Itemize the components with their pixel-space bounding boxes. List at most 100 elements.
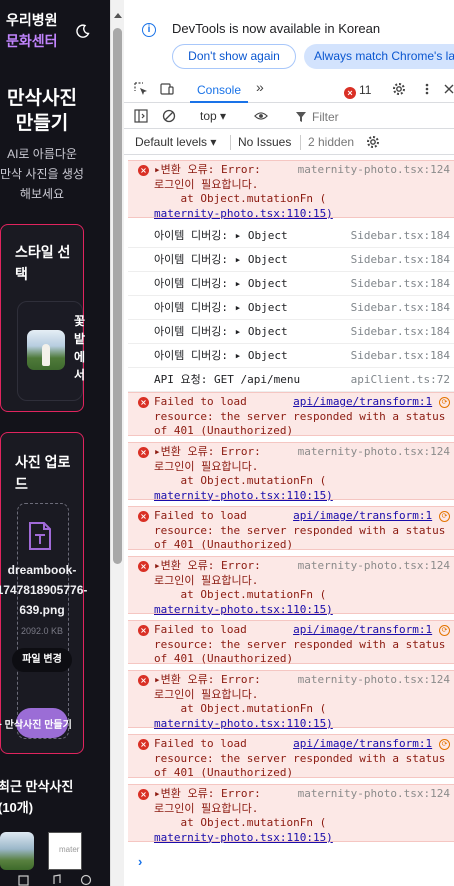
- error-source-link[interactable]: maternity-photo.tsx:124: [298, 445, 450, 460]
- console-error-row[interactable]: × Failed to load api/image/transform:1 re…: [128, 734, 454, 779]
- change-file-button[interactable]: 파일 변경: [12, 648, 72, 672]
- divider: [300, 135, 301, 150]
- stack-trace-link[interactable]: maternity-photo.tsx:110:15): [154, 489, 333, 502]
- error-source-link[interactable]: maternity-photo.tsx:124: [298, 559, 450, 574]
- network-error-message: Failed to load api/image/transform:1 res…: [154, 395, 446, 437]
- error-icon: ×: [344, 87, 356, 99]
- stack-trace-link[interactable]: maternity-photo.tsx:110:15): [154, 831, 333, 844]
- console-error-row[interactable]: × Failed to load api/image/transform:1 re…: [128, 620, 454, 665]
- console-prompt-chevron-icon[interactable]: ›: [138, 854, 142, 869]
- console-error-row[interactable]: × Failed to load api/image/transform:1 re…: [128, 506, 454, 551]
- always-match-language-button[interactable]: Always match Chrome's language: [304, 44, 454, 69]
- log-message: 아이템 디버깅: ▸ Object: [154, 349, 288, 362]
- page-scrollbar[interactable]: [110, 0, 124, 886]
- brand-line1: 우리병원: [6, 12, 58, 28]
- stack-trace-link[interactable]: maternity-photo.tsx:110:15): [154, 207, 333, 220]
- uploaded-file-size: 2092.0 KB: [20, 626, 64, 636]
- error-count: 11: [359, 83, 372, 97]
- log-source-link[interactable]: Sidebar.tsx:184: [351, 301, 450, 316]
- page-subtitle: AI로 아름다운 만삭 사진을 생성해보세요: [0, 147, 84, 201]
- chat-icon[interactable]: [80, 874, 92, 886]
- settings-gear-icon[interactable]: [392, 82, 406, 96]
- log-source-link[interactable]: Sidebar.tsx:184: [351, 325, 450, 340]
- app-sidebar-panel: 우리병원 문화센터 만삭사진 만들기 AI로 아름다운 만삭 사진을 생성해보세…: [0, 0, 110, 886]
- error-icon: ×: [138, 739, 149, 750]
- log-message: 아이템 디버깅: ▸ Object: [154, 301, 288, 314]
- inspect-element-icon[interactable]: [134, 82, 148, 96]
- show-sidebar-icon[interactable]: [134, 109, 148, 123]
- console-log-row[interactable]: 아이템 디버깅: ▸ Object Sidebar.tsx:184: [128, 320, 454, 344]
- console-log-row[interactable]: 아이템 디버깅: ▸ Object Sidebar.tsx:184: [128, 296, 454, 320]
- scroll-up-arrow-icon[interactable]: [114, 13, 122, 18]
- info-icon: i: [142, 23, 156, 37]
- failed-resource-link[interactable]: api/image/transform:1: [293, 737, 432, 750]
- hidden-messages-count: 2 hidden: [308, 135, 355, 149]
- failed-resource-link[interactable]: api/image/transform:1: [293, 509, 432, 522]
- context-select[interactable]: top ▾: [200, 109, 226, 123]
- console-error-row[interactable]: × ▸변환 오류: Error: 로그인이 필요합니다. at Object.mu…: [128, 556, 454, 616]
- clear-console-icon[interactable]: [162, 109, 176, 123]
- dark-mode-moon-icon[interactable]: [76, 24, 90, 38]
- error-count-badge[interactable]: × 11: [344, 83, 371, 99]
- console-log-row[interactable]: 아이템 디버깅: ▸ Object Sidebar.tsx:184: [128, 248, 454, 272]
- scrollbar-thumb[interactable]: [113, 28, 122, 564]
- network-panel-icon[interactable]: ⟳: [439, 397, 450, 408]
- log-source-link[interactable]: Sidebar.tsx:184: [351, 277, 450, 292]
- more-options-kebab-icon[interactable]: [420, 82, 434, 96]
- failed-resource-link[interactable]: api/image/transform:1: [293, 623, 432, 636]
- console-filter-bar: Default levels ▾ No Issues 2 hidden: [124, 130, 454, 155]
- recent-photos-title: 최근 만삭사진 (10개): [0, 779, 74, 815]
- stack-trace-link[interactable]: maternity-photo.tsx:110:15): [154, 717, 333, 730]
- issues-counter[interactable]: No Issues: [238, 135, 291, 149]
- more-tabs-chevron-icon[interactable]: »: [256, 79, 264, 95]
- live-expression-eye-icon[interactable]: [254, 109, 268, 123]
- recent-photo-thumbnail[interactable]: [0, 832, 34, 870]
- failed-resource-link[interactable]: api/image/transform:1: [293, 395, 432, 408]
- console-error-row[interactable]: × ▸변환 오류: Error: 로그인이 필요합니다. at Object.mu…: [128, 784, 454, 844]
- log-source-link[interactable]: Sidebar.tsx:184: [351, 253, 450, 268]
- log-levels-dropdown[interactable]: Default levels ▾: [135, 135, 216, 149]
- console-error-row[interactable]: × Failed to load api/image/transform:1 re…: [128, 392, 454, 437]
- log-source-link[interactable]: Sidebar.tsx:184: [351, 349, 450, 364]
- log-message: 아이템 디버깅: ▸ Object: [154, 253, 288, 266]
- divider: [230, 135, 231, 150]
- device-toolbar-icon[interactable]: [160, 82, 174, 96]
- error-source-link[interactable]: maternity-photo.tsx:124: [298, 787, 450, 802]
- error-source-link[interactable]: maternity-photo.tsx:124: [298, 163, 450, 178]
- console-settings-gear-icon[interactable]: [366, 135, 380, 149]
- style-thumbnail: [27, 330, 65, 370]
- recent-photo-broken-image[interactable]: mater: [48, 832, 82, 870]
- network-panel-icon[interactable]: ⟳: [439, 739, 450, 750]
- log-source-link[interactable]: apiClient.ts:72: [351, 373, 450, 388]
- console-error-row[interactable]: × ▸변환 오류: Error: 로그인이 필요합니다. at Object.mu…: [128, 670, 454, 730]
- log-message: 아이템 디버깅: ▸ Object: [154, 325, 288, 338]
- console-log-row[interactable]: 아이템 디버깅: ▸ Object Sidebar.tsx:184: [128, 224, 454, 248]
- console-log-row[interactable]: 아이템 디버깅: ▸ Object Sidebar.tsx:184: [128, 272, 454, 296]
- style-option-flower-field[interactable]: 꽃밭에서: [17, 301, 85, 401]
- network-panel-icon[interactable]: ⟳: [439, 511, 450, 522]
- error-icon: ×: [138, 789, 149, 800]
- image-add-icon[interactable]: [18, 874, 30, 886]
- error-source-link[interactable]: maternity-photo.tsx:124: [298, 673, 450, 688]
- tab-console[interactable]: Console: [190, 76, 248, 103]
- dont-show-again-button[interactable]: Don't show again: [172, 44, 296, 69]
- console-error-row[interactable]: × ▸변환 오류: Error: 로그인이 필요합니다. at Object.mu…: [128, 442, 454, 502]
- console-log-row[interactable]: 아이템 디버깅: ▸ Object Sidebar.tsx:184: [128, 344, 454, 368]
- network-panel-icon[interactable]: ⟳: [439, 625, 450, 636]
- log-message: 아이템 디버깅: ▸ Object: [154, 277, 288, 290]
- filter-funnel-icon: [296, 112, 306, 122]
- error-icon: ×: [138, 447, 149, 458]
- console-log-row[interactable]: API 요청: GET /api/menu apiClient.ts:72: [128, 368, 454, 392]
- brand-logo[interactable]: 우리병원 문화센터: [6, 10, 58, 52]
- stack-trace-link[interactable]: maternity-photo.tsx:110:15): [154, 603, 333, 616]
- error-icon: ×: [138, 511, 149, 522]
- log-source-link[interactable]: Sidebar.tsx:184: [351, 229, 450, 244]
- context-value: top: [200, 109, 217, 123]
- log-message: 아이템 디버깅: ▸ Object: [154, 229, 288, 242]
- network-error-message: Failed to load api/image/transform:1 res…: [154, 623, 446, 665]
- filter-input[interactable]: Filter: [292, 108, 454, 126]
- style-select-card: 스타일 선택 꽃밭에서: [0, 224, 85, 412]
- close-devtools-icon[interactable]: [442, 82, 454, 96]
- console-error-row[interactable]: × ▸변환 오류: Error: 로그인이 필요합니다. at Object.mu…: [128, 160, 454, 220]
- music-icon[interactable]: [50, 874, 62, 886]
